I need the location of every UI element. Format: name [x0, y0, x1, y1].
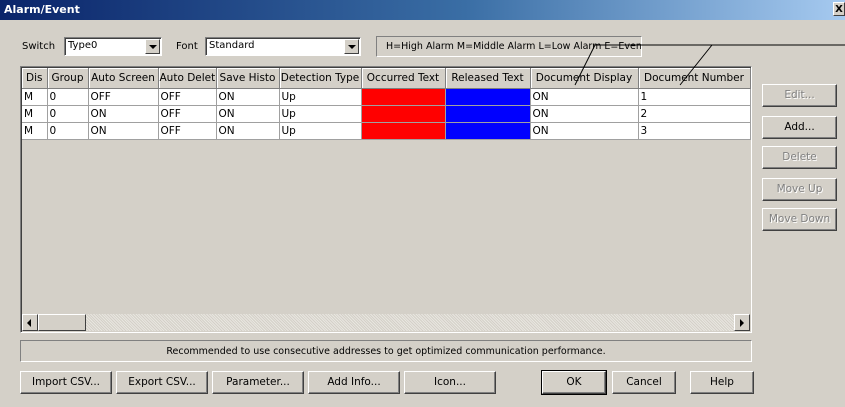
switch-label: Switch [22, 41, 56, 52]
title-bar: Alarm/Event X [0, 0, 845, 20]
cell-auto-screen[interactable]: ON [88, 122, 159, 140]
export-csv-button[interactable]: Export CSV... [116, 371, 208, 394]
window-title: Alarm/Event [4, 3, 80, 16]
cell-auto-screen[interactable]: ON [88, 105, 159, 123]
move-up-button[interactable]: Move Up [762, 178, 837, 201]
cell-group[interactable]: 0 [47, 105, 89, 123]
table-row[interactable]: M 0 ON OFF ON Up ON 2 [22, 105, 751, 123]
table-header-row: Dis Group Auto Screen Auto Delet Save Hi… [22, 68, 751, 89]
add-button[interactable]: Add... [762, 116, 837, 139]
font-label: Font [176, 41, 198, 52]
switch-select-value: Type0 [68, 40, 98, 51]
cell-group[interactable]: 0 [47, 122, 89, 140]
cell-document-number[interactable]: 3 [638, 122, 751, 140]
column-header[interactable]: Save Histo [216, 68, 280, 89]
cell-auto-screen[interactable]: OFF [88, 88, 159, 106]
column-header[interactable]: Auto Screen [88, 68, 159, 89]
cell-auto-delete[interactable]: OFF [158, 88, 217, 106]
cell-detection-type[interactable]: Up [279, 105, 362, 123]
add-info-button[interactable]: Add Info... [308, 371, 400, 394]
cell-save-history[interactable]: ON [216, 122, 280, 140]
alarm-event-table[interactable]: Dis Group Auto Screen Auto Delet Save Hi… [20, 66, 752, 333]
table-row[interactable]: M 0 ON OFF ON Up ON 3 [22, 122, 751, 140]
move-down-button[interactable]: Move Down [762, 208, 837, 231]
column-header[interactable]: Released Text [445, 68, 531, 89]
delete-button[interactable]: Delete [762, 146, 837, 169]
cell-document-number[interactable]: 1 [638, 88, 751, 106]
scrollbar-thumb[interactable] [38, 314, 86, 331]
close-icon[interactable]: X [833, 2, 845, 16]
cell-save-history[interactable]: ON [216, 88, 280, 106]
cell-document-display[interactable]: ON [530, 122, 639, 140]
cell-dis[interactable]: M [22, 122, 48, 140]
parameter-button[interactable]: Parameter... [212, 371, 304, 394]
cell-occurred-text[interactable] [361, 122, 446, 140]
cell-released-text[interactable] [445, 122, 531, 140]
cell-detection-type[interactable]: Up [279, 122, 362, 140]
cell-document-display[interactable]: ON [530, 105, 639, 123]
cell-document-display[interactable]: ON [530, 88, 639, 106]
legend-text: H=High Alarm M=Middle Alarm L=Low Alarm … [376, 36, 642, 57]
cell-auto-delete[interactable]: OFF [158, 122, 217, 140]
cell-document-number[interactable]: 2 [638, 105, 751, 123]
cell-released-text[interactable] [445, 105, 531, 123]
font-select-value: Standard [209, 40, 255, 51]
cell-released-text[interactable] [445, 88, 531, 106]
switch-select[interactable]: Type0 [64, 37, 162, 56]
chevron-down-icon[interactable] [145, 39, 160, 54]
help-button[interactable]: Help [690, 371, 754, 394]
cell-detection-type[interactable]: Up [279, 88, 362, 106]
scroll-left-icon[interactable] [22, 314, 38, 331]
column-header[interactable]: Group [47, 68, 89, 89]
chevron-down-icon[interactable] [344, 39, 359, 54]
status-message: Recommended to use consecutive addresses… [20, 340, 752, 362]
column-header[interactable]: Occurred Text [361, 68, 446, 89]
cell-occurred-text[interactable] [361, 88, 446, 106]
table-row[interactable]: M 0 OFF OFF ON Up ON 1 [22, 88, 751, 106]
cell-group[interactable]: 0 [47, 88, 89, 106]
column-header[interactable]: Document Number [638, 68, 751, 89]
edit-button[interactable]: Edit... [762, 84, 837, 107]
import-csv-button[interactable]: Import CSV... [20, 371, 112, 394]
horizontal-scrollbar[interactable] [22, 314, 750, 331]
column-header[interactable]: Detection Type [279, 68, 362, 89]
cell-dis[interactable]: M [22, 105, 48, 123]
ok-button[interactable]: OK [541, 370, 607, 395]
scroll-right-icon[interactable] [734, 314, 750, 331]
cell-dis[interactable]: M [22, 88, 48, 106]
column-header[interactable]: Dis [22, 68, 48, 89]
column-header[interactable]: Document Display [530, 68, 639, 89]
cancel-button[interactable]: Cancel [612, 371, 676, 394]
column-header[interactable]: Auto Delet [158, 68, 217, 89]
font-select[interactable]: Standard [205, 37, 361, 56]
cell-save-history[interactable]: ON [216, 105, 280, 123]
icon-button[interactable]: Icon... [404, 371, 496, 394]
cell-auto-delete[interactable]: OFF [158, 105, 217, 123]
cell-occurred-text[interactable] [361, 105, 446, 123]
